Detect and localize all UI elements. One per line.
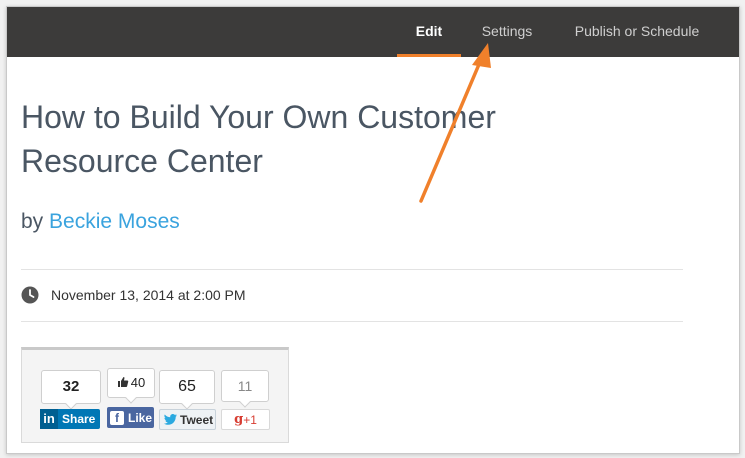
googleplus-button[interactable]: g +1 [221,409,270,430]
facebook-icon: f [110,410,124,425]
tab-publish-or-schedule[interactable]: Publish or Schedule [567,7,707,57]
divider-bottom [21,321,683,322]
facebook-like-count-value: 40 [130,375,146,390]
tab-settings[interactable]: Settings [473,7,541,57]
twitter-bird-icon [164,414,177,425]
post-preview-window: Edit Settings Publish or Schedule How to… [6,6,740,454]
post-title: How to Build Your Own Customer Resource … [21,99,496,179]
byline-prefix: by [21,210,44,233]
editor-topbar: Edit Settings Publish or Schedule [7,7,739,57]
post-date-text: November 13, 2014 at 2:00 PM [51,287,246,303]
twitter-tweet-label: Tweet [180,412,214,427]
googleplus-count: 11 [221,370,269,402]
facebook-like-label: Like [128,410,153,425]
twitter-tweet-count: 65 [159,370,215,404]
twitter-tweet-button[interactable]: Tweet [159,409,216,430]
clock-icon [21,286,39,304]
linkedin-share-button[interactable]: in Share [40,409,100,429]
facebook-like-button[interactable]: f Like [107,407,154,428]
linkedin-share-count: 32 [41,370,101,404]
googleplus-label: +1 [243,412,257,427]
byline: by Beckie Moses [21,210,180,234]
thumbs-up-icon [117,377,129,387]
facebook-like-count: 40 [107,368,155,398]
googleplus-icon: g [234,411,244,427]
post-date: November 13, 2014 at 2:00 PM [21,285,246,305]
linkedin-icon: in [40,409,58,429]
divider-top [21,269,683,270]
social-share-bar: 32 in Share 40 f Like 65 Tweet 11 g +1 [21,347,289,443]
tab-edit[interactable]: Edit [397,7,461,57]
linkedin-share-label: Share [62,412,96,426]
author-link[interactable]: Beckie Moses [49,210,180,233]
